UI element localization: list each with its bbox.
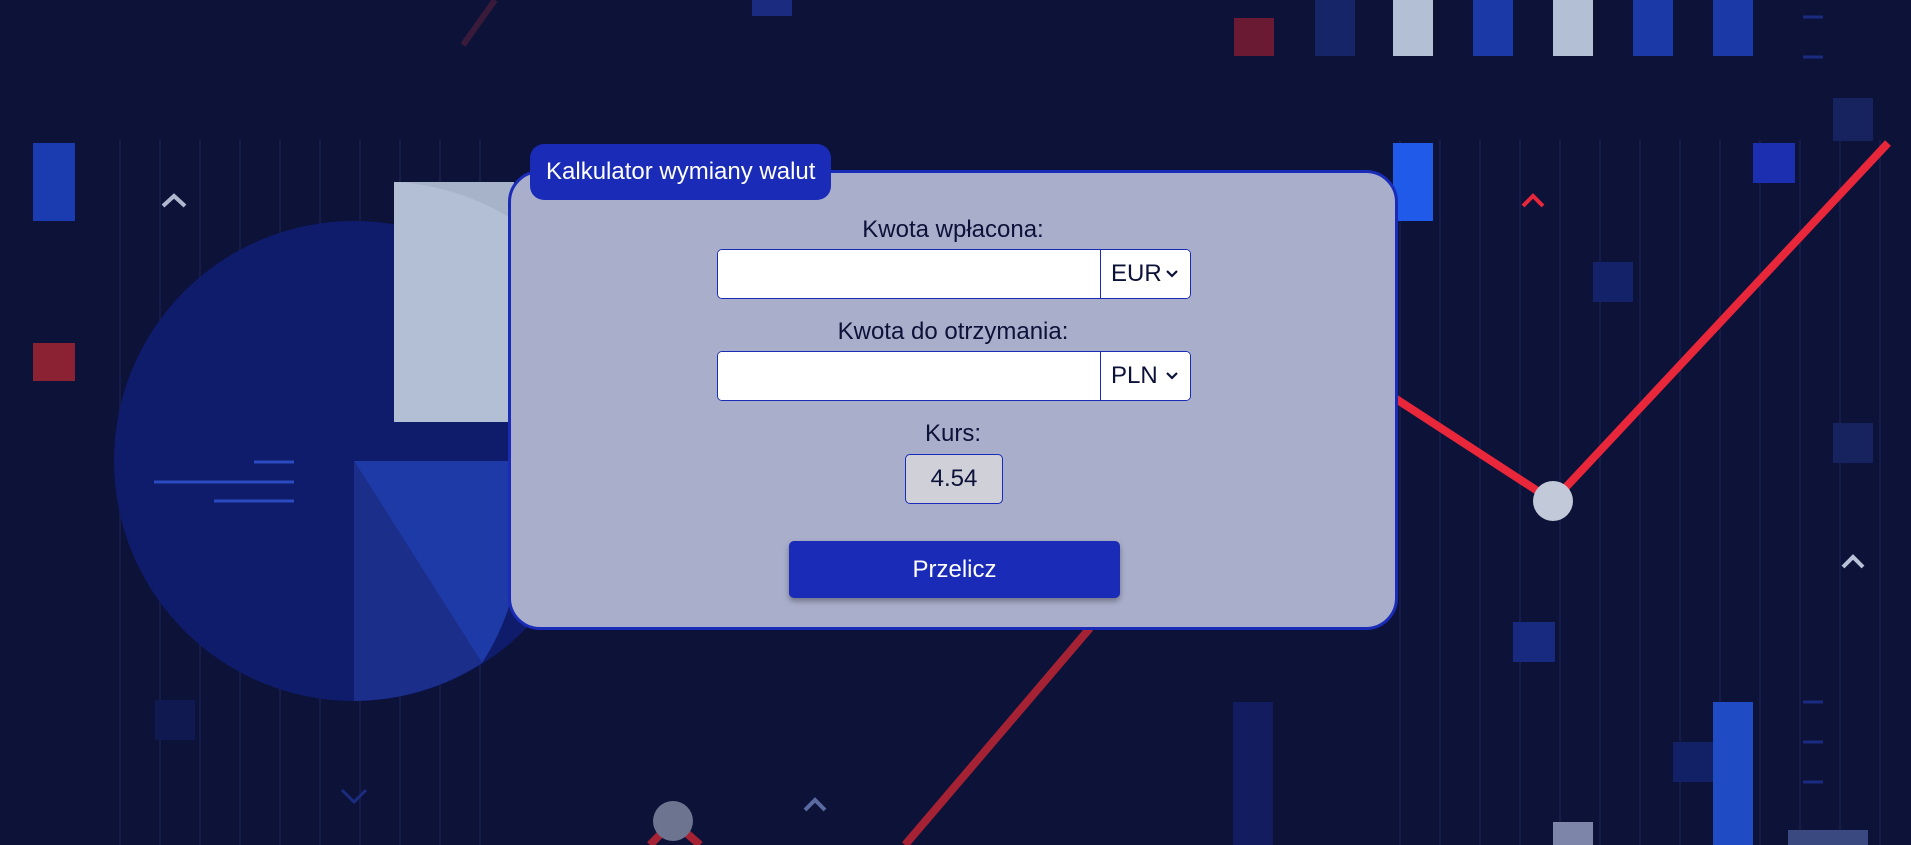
card-title: Kalkulator wymiany walut [530, 144, 832, 200]
paid-currency-select[interactable]: EUR [1100, 250, 1190, 298]
received-amount-group: PLN [717, 351, 1191, 401]
rate-label: Kurs: [924, 420, 981, 447]
chevron-down-icon [1166, 372, 1178, 380]
rate-value: 4.54 [905, 454, 1003, 504]
chevron-down-icon [1166, 270, 1178, 278]
received-amount-label: Kwota do otrzymania: [837, 318, 1069, 345]
paid-currency-value: EUR [1111, 260, 1162, 287]
paid-amount-group: EUR [717, 249, 1191, 299]
calculate-button[interactable]: Przelicz [789, 541, 1120, 598]
received-amount-input[interactable] [718, 352, 1100, 400]
received-currency-value: PLN [1111, 362, 1158, 389]
paid-amount-label: Kwota wpłacona: [862, 216, 1044, 243]
received-currency-select[interactable]: PLN [1100, 352, 1190, 400]
paid-amount-input[interactable] [718, 250, 1100, 298]
